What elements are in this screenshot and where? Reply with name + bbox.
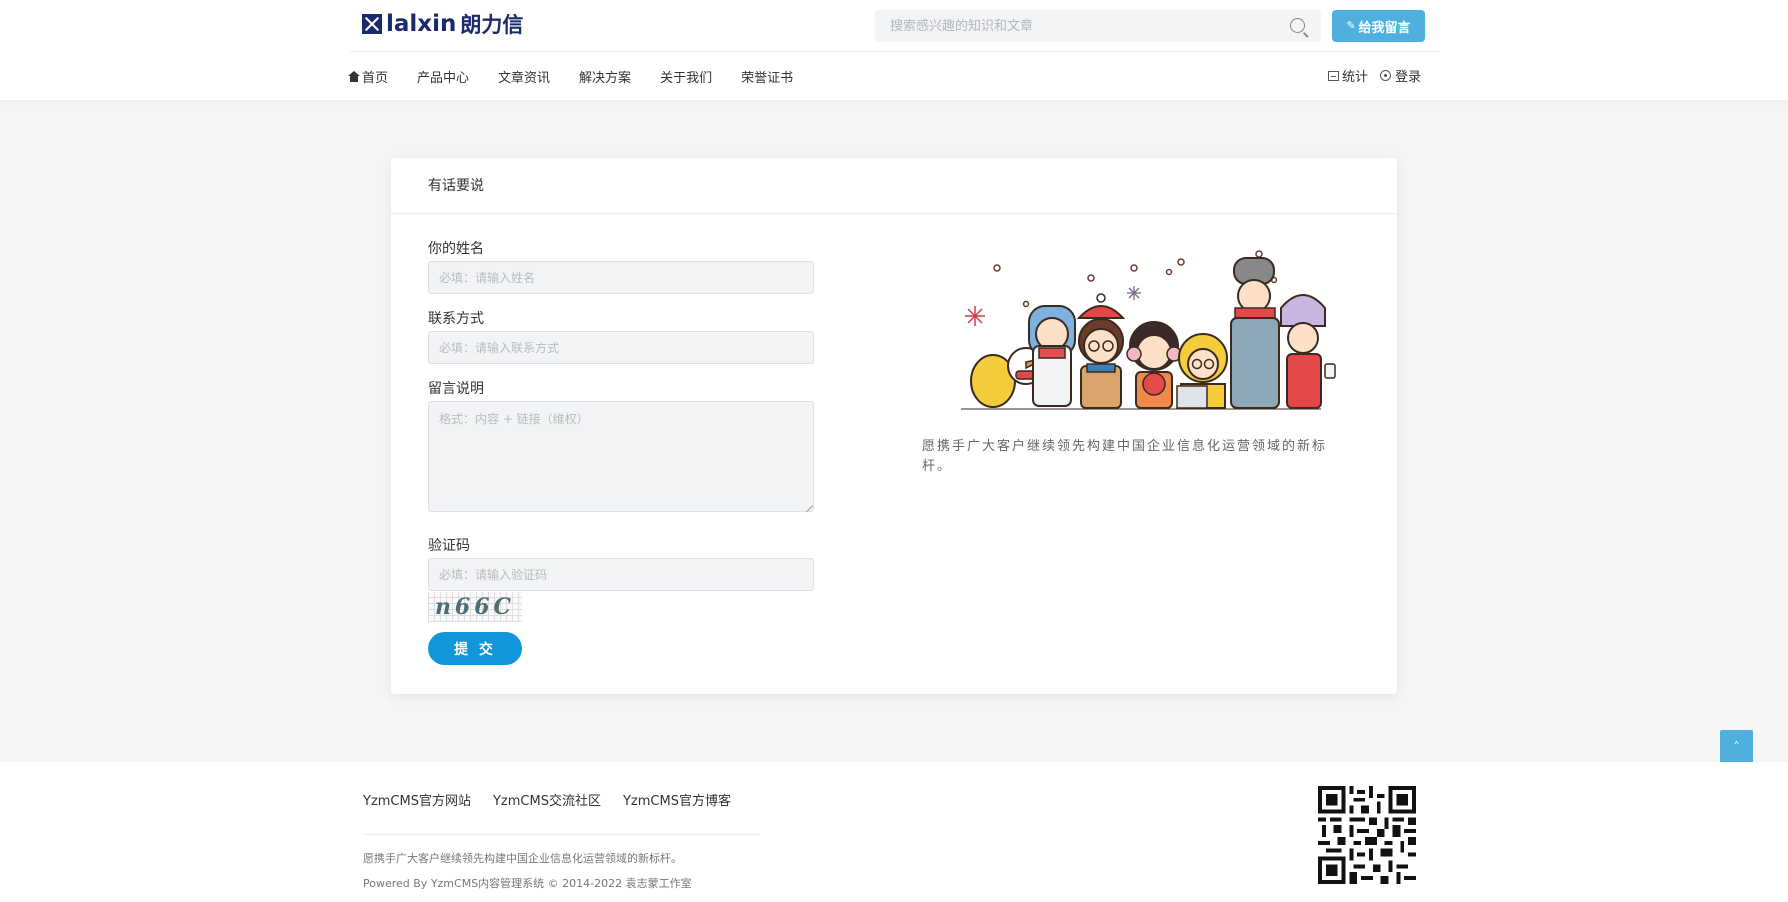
submit-button[interactable]: 提 交 — [428, 632, 522, 665]
nav-item-label: 首页 — [362, 70, 389, 86]
main-nav: 首页 产品中心 文章资讯 解决方案 关于我们 荣誉证书 — [348, 66, 822, 86]
footer-links: YzmCMS官方网站 YzmCMS交流社区 YzmCMS官方博客 — [363, 790, 753, 809]
back-to-top-button[interactable]: ˄ — [1720, 730, 1753, 763]
chevron-up-icon: ˄ — [1733, 739, 1740, 754]
login-link[interactable]: 登录 — [1395, 66, 1421, 85]
search-icon[interactable] — [1290, 18, 1305, 33]
home-icon — [348, 70, 360, 82]
site-footer: YzmCMS官方网站 YzmCMS交流社区 YzmCMS官方博客 愿携手广大客户… — [0, 762, 1788, 902]
login-icon — [1380, 70, 1392, 81]
nav-item-label: 产品中心 — [417, 70, 470, 86]
leave-message-button[interactable]: ✎ 给我留言 — [1332, 10, 1425, 42]
message-label: 留言说明 — [428, 381, 484, 397]
site-header: lalxin 朗力信 ✎ 给我留言 首页 产品中心 文章资讯 解决方案 关于我们… — [0, 0, 1788, 100]
message-card: 有话要说 你的姓名 联系方式 留言说明 验证码 n66C 提 交 — [391, 158, 1397, 694]
logo-text: lalxin — [386, 11, 457, 37]
name-input[interactable] — [428, 261, 814, 294]
contact-label: 联系方式 — [428, 311, 484, 327]
logo-cn-text: 朗力信 — [460, 13, 524, 37]
search-input[interactable] — [875, 10, 1275, 42]
nav-item-products[interactable]: 产品中心 — [417, 67, 469, 86]
resize-handle[interactable] — [805, 498, 813, 506]
message-textarea[interactable] — [428, 401, 814, 512]
captcha-image[interactable]: n66C — [428, 592, 522, 622]
nav-item-solutions[interactable]: 解决方案 — [579, 67, 631, 86]
logo-icon — [362, 14, 382, 34]
nav-item-label: 文章资讯 — [498, 70, 551, 86]
contact-input[interactable] — [428, 331, 814, 364]
stats-icon — [1328, 70, 1339, 81]
user-nav: 统计 登录 — [1328, 66, 1421, 85]
nav-item-articles[interactable]: 文章资讯 — [498, 67, 550, 86]
nav-item-label: 荣誉证书 — [741, 70, 794, 86]
footer-divider — [363, 834, 760, 835]
nav-item-home[interactable]: 首页 — [348, 67, 388, 86]
nav-item-label: 关于我们 — [660, 70, 713, 86]
footer-link-official-site[interactable]: YzmCMS官方网站 — [363, 790, 471, 809]
captcha-input[interactable] — [428, 558, 814, 591]
slogan-text: 愿携手广大客户继续领先构建中国企业信息化运营领域的新标杆。 — [922, 439, 1328, 474]
stats-link[interactable]: 统计 — [1342, 66, 1368, 85]
header-top-bar: lalxin 朗力信 ✎ 给我留言 — [350, 0, 1440, 52]
name-label: 你的姓名 — [428, 241, 484, 257]
site-logo[interactable]: lalxin 朗力信 — [362, 11, 524, 37]
nav-item-label: 解决方案 — [579, 70, 632, 86]
winter-friends-illustration — [961, 250, 1336, 410]
footer-description: 愿携手广大客户继续领先构建中国企业信息化运营领域的新标杆。 — [363, 852, 682, 865]
qr-code-image — [1318, 786, 1416, 884]
captcha-label: 验证码 — [428, 538, 470, 554]
edit-icon: ✎ — [1346, 19, 1356, 32]
leave-message-label: 给我留言 — [1358, 20, 1411, 36]
footer-link-blog[interactable]: YzmCMS官方博客 — [623, 790, 731, 809]
card-title: 有话要说 — [391, 158, 1397, 214]
footer-copyright: Powered By YzmCMS内容管理系统 © 2014-2022 袁志蒙工… — [363, 877, 692, 890]
footer-link-community[interactable]: YzmCMS交流社区 — [493, 790, 601, 809]
nav-item-about[interactable]: 关于我们 — [660, 67, 712, 86]
nav-item-honors[interactable]: 荣誉证书 — [741, 67, 793, 86]
search-box — [875, 10, 1321, 42]
